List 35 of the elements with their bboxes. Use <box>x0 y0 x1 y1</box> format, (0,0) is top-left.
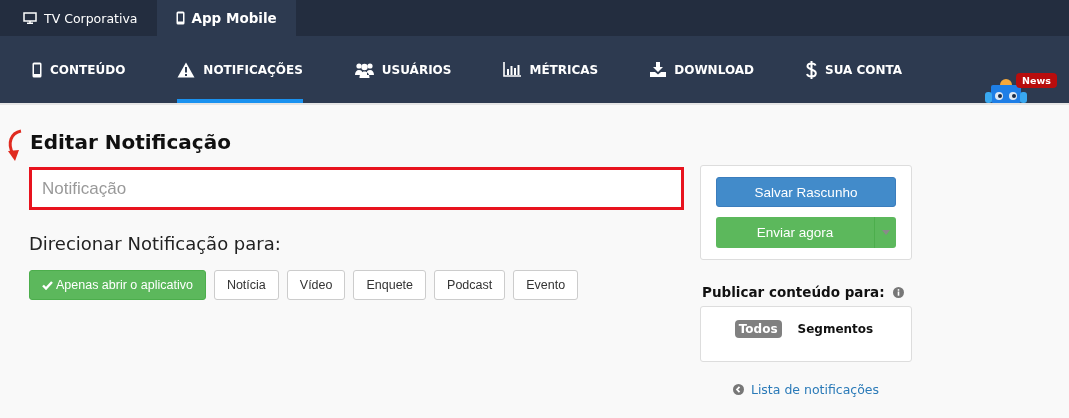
download-icon <box>650 62 667 77</box>
notification-field[interactable]: Notificação <box>29 167 684 210</box>
bar-chart-icon <box>503 62 522 77</box>
product-tab[interactable]: App Mobile <box>156 0 296 36</box>
page-title: Editar Notificação <box>30 130 231 154</box>
audience-option[interactable]: Todos <box>734 320 782 338</box>
nav-tab[interactable]: CONTEÚDO <box>32 36 126 103</box>
news-badge[interactable]: News <box>1016 73 1057 88</box>
info-icon[interactable] <box>892 286 904 298</box>
users-icon <box>354 61 374 78</box>
notification-list-link[interactable]: Lista de notificações <box>750 382 880 397</box>
nav-tab[interactable]: DOWNLOAD <box>650 36 754 103</box>
product-tab[interactable]: TV Corporativa <box>4 0 157 36</box>
nav-tab[interactable]: SUA CONTA <box>806 36 903 103</box>
nav-tab[interactable]: USUÁRIOS <box>354 36 452 103</box>
nav-tab[interactable]: MÉTRICAS <box>503 36 599 103</box>
back-icon <box>732 384 744 395</box>
audience-option[interactable]: Segmentos <box>793 320 878 338</box>
target-option-button[interactable]: Vídeo <box>286 270 346 300</box>
publish-label: Publicar conteúdo para: <box>702 284 885 300</box>
check-icon <box>42 280 53 290</box>
target-option-button[interactable]: Notícia <box>213 270 279 300</box>
phone-icon <box>175 11 185 25</box>
caret-icon <box>881 230 890 235</box>
dropdown-toggle[interactable] <box>874 217 896 248</box>
warning-icon <box>177 61 196 78</box>
target-label: Direcionar Notificação para: <box>29 233 282 254</box>
phone-icon <box>32 61 42 78</box>
target-option-button[interactable]: Evento <box>513 270 579 300</box>
nav-tab[interactable]: NOTIFICAÇÕES <box>177 36 303 103</box>
target-option-button[interactable]: Enquete <box>353 270 427 300</box>
monitor-icon <box>23 12 37 24</box>
dollar-icon <box>806 60 817 79</box>
target-option-button[interactable]: Podcast <box>434 270 506 300</box>
save-draft-button[interactable]: Salvar Rascunho <box>716 177 896 207</box>
